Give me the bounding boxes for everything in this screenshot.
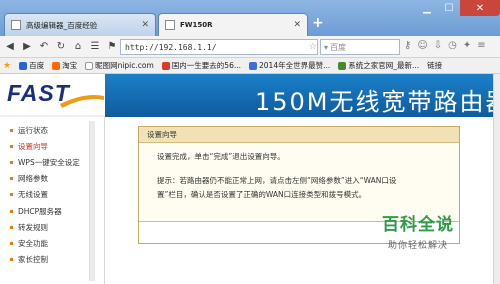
red-icon xyxy=(161,61,170,70)
taobao-icon xyxy=(52,61,61,70)
tools-icon[interactable]: ☰ xyxy=(88,41,102,52)
forward-icon[interactable]: ▶ xyxy=(20,41,34,52)
download-icon[interactable]: ⇩ xyxy=(434,40,442,51)
bookmark-taobao[interactable]: 淘宝 xyxy=(52,60,77,71)
page-icon xyxy=(165,20,175,30)
close-window-button[interactable]: ✕ xyxy=(460,0,500,16)
menu-label: 家长控制 xyxy=(18,255,48,265)
menu-label: 网络参数 xyxy=(18,174,48,184)
watermark-subtitle: 助你轻松解决 xyxy=(387,241,448,251)
bullet-icon xyxy=(10,160,13,164)
bookmark-label: 2014年全世界最赞... xyxy=(259,61,331,70)
back-icon[interactable]: ◀ xyxy=(3,41,17,52)
sidebar-scrollbar[interactable] xyxy=(89,121,95,281)
menu-label: 无线设置 xyxy=(18,190,48,200)
panel-title: 设置向导 xyxy=(139,127,459,143)
star-icon[interactable]: ☆ xyxy=(309,42,317,52)
refresh-icon[interactable]: ↻ xyxy=(54,41,68,52)
search-input[interactable]: 百度 xyxy=(330,42,346,53)
clock-icon[interactable]: ◷ xyxy=(448,40,457,51)
router-header: FAST 150M无线宽带路由器 xyxy=(0,74,500,117)
completion-message: 设置完成，单击“完成”退出设置向导。 xyxy=(157,152,285,161)
bookmark-label: 国内一生要去的56... xyxy=(171,61,241,70)
settings-icon[interactable]: ✦ xyxy=(463,40,471,51)
logo-area: FAST xyxy=(0,74,105,117)
bookmark-nipic[interactable]: 昵图网nipic.com xyxy=(85,60,154,71)
menu-label: 转发规则 xyxy=(18,222,48,232)
watermark-title: 百科全说 xyxy=(382,215,454,235)
menu-label: 设置向导 xyxy=(18,141,48,151)
menu-label: 安全功能 xyxy=(18,238,48,248)
bookmark-label: 百度 xyxy=(29,61,45,70)
page-icon xyxy=(85,61,94,70)
home-icon[interactable]: ⌂ xyxy=(71,41,85,52)
bookmarks-bar: ★ 百度 淘宝 昵图网nipic.com 国内一生要去的56... 2014年全… xyxy=(0,58,500,74)
house-icon xyxy=(338,61,347,70)
search-engine-icon[interactable]: ▾ xyxy=(324,43,328,52)
close-tab-icon[interactable]: ✕ xyxy=(141,20,149,30)
bookmark-label: 昵图网nipic.com xyxy=(95,61,154,70)
bookmark-baidu[interactable]: 百度 xyxy=(19,60,44,71)
url-input[interactable]: http://192.168.1.1/ xyxy=(125,43,305,52)
bullet-icon xyxy=(10,225,13,229)
page-icon xyxy=(11,20,21,30)
hint-line-2: 置”栏目，确认是否设置了正确的WAN口连接类型和拨号模式。 xyxy=(157,190,367,199)
minimize-button[interactable]: ▁ xyxy=(416,0,438,16)
window-controls: ▁ ☐ ✕ xyxy=(416,0,500,17)
user-icon[interactable]: ☺ xyxy=(417,40,427,51)
maximize-button[interactable]: ☐ xyxy=(438,0,460,16)
fast-logo: FAST xyxy=(7,80,70,106)
bullet-icon xyxy=(10,177,13,181)
undo-icon[interactable]: ↶ xyxy=(37,41,51,52)
bookmark-travel[interactable]: 国内一生要去的56... xyxy=(161,60,241,71)
bullet-icon xyxy=(10,193,13,197)
page-scrollbar[interactable] xyxy=(493,74,500,284)
bookmark-links[interactable]: 链接 xyxy=(427,60,442,71)
bookmark-2014[interactable]: 2014年全世界最赞... xyxy=(249,60,330,71)
bullet-icon xyxy=(10,128,13,132)
close-tab-icon[interactable]: ✕ xyxy=(293,20,301,30)
menu-label: DHCP服务器 xyxy=(18,206,62,216)
address-bar[interactable]: http://192.168.1.1/ ☆ xyxy=(120,39,318,55)
blue-icon xyxy=(249,61,257,70)
bullet-icon xyxy=(10,209,13,213)
tab-fw150r[interactable]: FW150R ✕ xyxy=(158,13,308,36)
tab-label: 高级编辑器_百度经验 xyxy=(26,20,98,30)
tab-baidu-jingyan[interactable]: 高级编辑器_百度经验 ✕ xyxy=(4,13,156,36)
nav-bar: ◀ ▶ ↶ ↻ ⌂ ☰ ⚑ http://192.168.1.1/ ☆ ▾ 百度… xyxy=(0,36,500,58)
sidebar-menu: 运行状态 设置向导 WPS一键安全设定 网络参数 无线设置 DHCP服务器 转发… xyxy=(0,117,105,284)
new-tab-button[interactable]: + xyxy=(312,15,324,31)
bookmark-label: 链接 xyxy=(427,61,443,70)
router-page: FAST 150M无线宽带路由器 运行状态 设置向导 WPS一键安全设定 网络参… xyxy=(0,74,500,284)
product-title: 150M无线宽带路由器 xyxy=(255,88,500,116)
key-icon[interactable]: ⚷ xyxy=(404,40,411,51)
hint-line-1: 提示：若路由器仍不能正常上网，请点击左侧“网络参数”进入“WAN口设 xyxy=(157,176,397,185)
menu-label: 运行状态 xyxy=(18,125,48,135)
security-icon[interactable]: ⚑ xyxy=(105,41,119,52)
menu-label: WPS一键安全设定 xyxy=(18,157,80,167)
menu-icon[interactable]: ≡ xyxy=(477,40,485,51)
bullet-icon xyxy=(10,144,13,148)
baidu-icon xyxy=(19,61,28,70)
bookmark-xitongzhijia[interactable]: 系统之家官网_最新... xyxy=(338,60,419,71)
watermark: 百科全说 助你轻松解决 xyxy=(363,210,473,270)
toolbar-icons: ⚷ ☺ ⇩ ◷ ✦ ≡ xyxy=(404,40,486,51)
bookmark-label: 淘宝 xyxy=(62,61,78,70)
title-bar: 高级编辑器_百度经验 ✕ FW150R ✕ + ▁ ☐ ✕ xyxy=(0,0,500,36)
bullet-icon xyxy=(10,258,13,262)
bullet-icon xyxy=(10,241,13,245)
tab-label: FW150R xyxy=(180,21,213,29)
search-box[interactable]: ▾ 百度 xyxy=(320,39,400,55)
favorites-star-icon[interactable]: ★ xyxy=(3,61,11,71)
bookmark-label: 系统之家官网_最新... xyxy=(348,61,420,70)
